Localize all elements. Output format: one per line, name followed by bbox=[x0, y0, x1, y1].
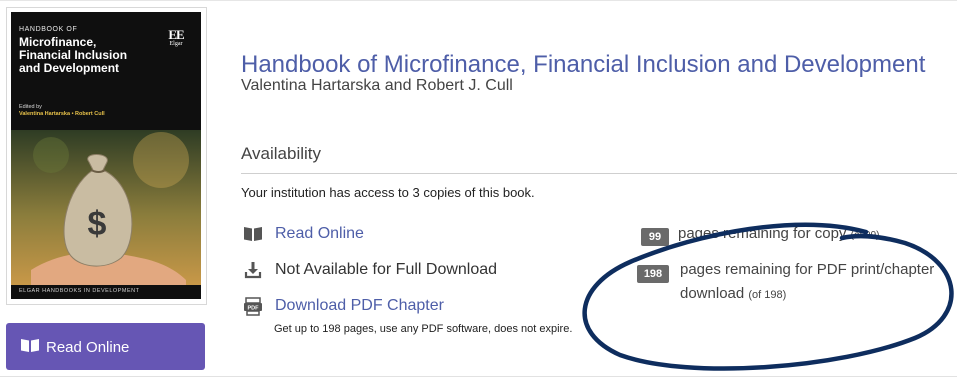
cover-series-bottom: ELGAR HANDBOOKS IN DEVELOPMENT bbox=[19, 288, 140, 294]
cover-series-label: HANDBOOK OF bbox=[19, 26, 78, 33]
book-cover[interactable]: HANDBOOK OF Microfinance, Financial Incl… bbox=[11, 12, 201, 299]
availability-heading: Availability bbox=[241, 144, 322, 163]
book-open-icon bbox=[20, 338, 40, 358]
svg-text:$: $ bbox=[88, 205, 107, 243]
cover-money-bag-image: $ bbox=[11, 130, 201, 285]
read-online-button[interactable]: Read Online bbox=[6, 323, 205, 370]
pdf-chapter-note: Get up to 198 pages, use any PDF softwar… bbox=[274, 323, 573, 335]
read-online-link[interactable]: Read Online bbox=[242, 224, 364, 244]
copy-pages-text: pages remaining for copy bbox=[678, 225, 847, 242]
read-online-button-label: Read Online bbox=[46, 339, 130, 356]
cover-edited-by: Edited by bbox=[19, 104, 42, 110]
full-download-status: Not Available for Full Download bbox=[242, 260, 497, 280]
book-title[interactable]: Handbook of Microfinance, Financial Incl… bbox=[241, 51, 925, 79]
pdf-pages-remaining: pages remaining for PDF print/chapter do… bbox=[680, 258, 950, 307]
copy-pages-badge: 99 bbox=[641, 228, 669, 246]
publisher-name: Elgar bbox=[169, 41, 183, 47]
copy-pages-remaining: pages remaining for copy (of 99) bbox=[678, 222, 957, 243]
cover-title: Microfinance, Financial Inclusion and De… bbox=[19, 35, 128, 75]
publisher-mark: EE bbox=[168, 27, 184, 42]
pdf-pages-text: pages remaining for PDF print/chapter do… bbox=[680, 261, 935, 302]
download-icon bbox=[242, 260, 264, 280]
availability-divider bbox=[241, 173, 957, 174]
download-pdf-chapter-label: Download PDF Chapter bbox=[275, 297, 444, 314]
book-open-icon bbox=[242, 224, 264, 244]
full-download-status-label: Not Available for Full Download bbox=[275, 261, 498, 278]
pdf-icon: PDF bbox=[242, 296, 264, 316]
top-divider bbox=[0, 0, 957, 1]
bottom-divider bbox=[0, 376, 957, 377]
publisher-logo: EE Elgar bbox=[163, 28, 189, 47]
pdf-pages-total: (of 198) bbox=[748, 289, 787, 301]
download-pdf-chapter-link[interactable]: PDF Download PDF Chapter bbox=[242, 296, 444, 316]
pdf-pages-badge: 198 bbox=[637, 265, 669, 283]
copy-pages-total: (of 99) bbox=[850, 230, 880, 241]
book-authors: Valentina Hartarska and Robert J. Cull bbox=[241, 77, 513, 94]
access-copies-text: Your institution has access to 3 copies … bbox=[241, 185, 535, 200]
read-online-link-label: Read Online bbox=[275, 225, 364, 242]
cover-editors: Valentina Hartarska • Robert Cull bbox=[19, 111, 105, 117]
